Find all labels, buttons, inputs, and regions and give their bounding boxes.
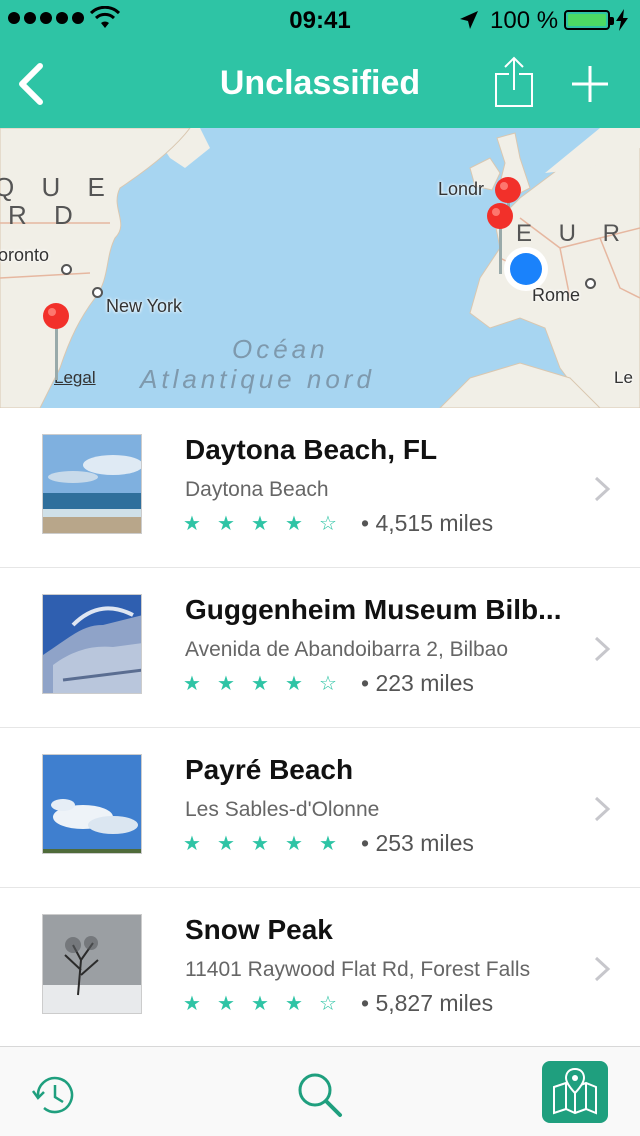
city-marker [61,264,72,275]
place-thumbnail [42,754,142,854]
navigation-bar: Unclassified [0,40,640,128]
place-thumbnail [42,594,142,694]
city-marker [585,278,596,289]
star-filled-icon: ★ [183,513,201,535]
star-filled-icon: ★ [251,833,269,855]
places-list: Daytona Beach, FL Daytona Beach ★ ★ ★ ★ … [0,408,640,1048]
distance: • 4,515 miles [361,510,494,536]
star-filled-icon: ★ [183,993,201,1015]
star-filled-icon: ★ [319,833,337,855]
map-label: Atlantique nord [140,364,375,394]
star-filled-icon: ★ [285,993,303,1015]
chevron-right-icon [594,476,611,502]
battery-percent: 100 % [490,7,559,34]
distance: • 5,827 miles [361,990,494,1016]
share-button[interactable] [490,54,538,110]
map-icon [553,1067,597,1115]
status-bar: 09:41 100 % [0,0,640,40]
star-filled-icon: ★ [183,673,201,695]
star-filled-icon: ★ [285,833,303,855]
snowy-tree-image [43,915,141,1013]
place-title: Guggenheim Museum Bilb... [185,594,562,625]
map-view[interactable]: Q U E R D oronto New York Londr E U R O … [0,128,640,408]
page-title: Unclassified [219,64,421,102]
city-marker [92,287,103,298]
place-thumbnail [42,914,142,1014]
map-pin-icon[interactable] [42,302,72,382]
distance: • 223 miles [361,670,474,696]
add-button[interactable] [566,60,614,108]
place-title: Payré Beach [185,754,354,785]
place-subtitle: Daytona Beach [185,478,329,501]
map-tab-button[interactable] [542,1061,608,1123]
chevron-right-icon [594,796,611,822]
location-arrow-icon [460,11,478,29]
star-filled-icon: ★ [217,513,235,535]
distance-value: 5,827 miles [375,990,494,1016]
star-empty-icon: ☆ [319,513,337,535]
star-filled-icon: ★ [217,673,235,695]
star-empty-icon: ☆ [319,993,337,1015]
place-subtitle: Les Sables-d'Olonne [185,798,380,821]
distance-value: 223 miles [375,670,474,696]
rating: ★ ★ ★ ★ ☆ • 223 miles [183,670,474,697]
distance-value: 253 miles [375,830,474,856]
charging-icon [616,9,628,31]
list-item[interactable]: Snow Peak 11401 Raywood Flat Rd, Forest … [0,888,640,1048]
star-empty-icon: ☆ [319,673,337,695]
distance-value: 4,515 miles [375,510,494,536]
star-filled-icon: ★ [217,833,235,855]
chevron-right-icon [594,636,611,662]
star-filled-icon: ★ [251,993,269,1015]
rating: ★ ★ ★ ★ ☆ • 4,515 miles [183,510,493,537]
distance: • 253 miles [361,830,474,856]
star-filled-icon: ★ [217,993,235,1015]
list-item[interactable]: Guggenheim Museum Bilb... Avenida de Aba… [0,568,640,728]
star-filled-icon: ★ [251,673,269,695]
sky-clouds-image [43,755,141,853]
battery-icon [564,10,614,30]
map-label: Q U E [0,172,115,202]
list-item[interactable]: Payré Beach Les Sables-d'Olonne ★ ★ ★ ★ … [0,728,640,888]
rating: ★ ★ ★ ★ ★ • 253 miles [183,830,474,857]
user-location-icon [504,247,548,291]
place-thumbnail [42,434,142,534]
place-subtitle: Avenida de Abandoibarra 2, Bilbao [185,638,509,661]
map-label: Londr [438,179,485,199]
history-icon[interactable] [30,1071,80,1121]
museum-building-image [43,595,141,693]
map-label: Océan [232,334,329,364]
place-title: Snow Peak [185,914,333,945]
chevron-right-icon [594,956,611,982]
beach-ocean-image [43,435,141,533]
star-filled-icon: ★ [285,513,303,535]
list-item[interactable]: Daytona Beach, FL Daytona Beach ★ ★ ★ ★ … [0,408,640,568]
place-subtitle: 11401 Raywood Flat Rd, Forest Falls [185,958,531,981]
search-icon[interactable] [294,1069,346,1121]
star-filled-icon: ★ [251,513,269,535]
map-label: E U R O [516,220,640,247]
star-filled-icon: ★ [285,673,303,695]
header: 09:41 100 % Unclassified [0,0,640,128]
map-label: R D [8,200,83,230]
map-label: Le [614,368,633,387]
rating: ★ ★ ★ ★ ☆ • 5,827 miles [183,990,493,1017]
tab-bar [0,1046,640,1136]
star-filled-icon: ★ [183,833,201,855]
map-label: oronto [0,245,50,265]
map-label: New York [106,296,183,316]
place-title: Daytona Beach, FL [185,434,438,465]
